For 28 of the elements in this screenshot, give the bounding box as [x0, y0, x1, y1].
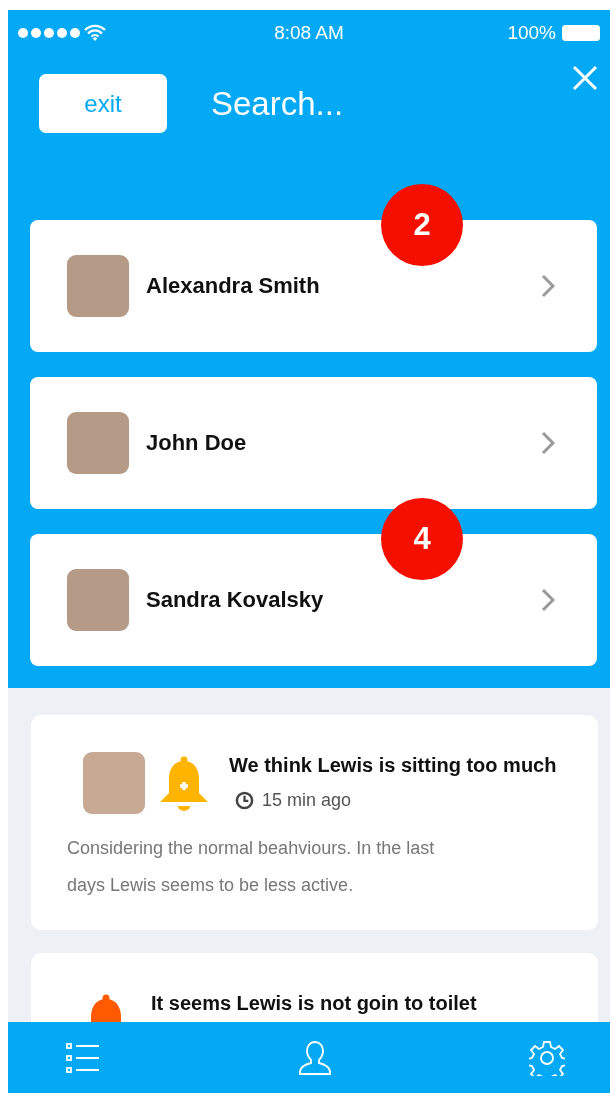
avatar-photo-placeholder — [67, 255, 129, 317]
notification-card[interactable]: It seems Lewis is not goin to toilet — [31, 953, 598, 1022]
count-badge: 2 — [381, 184, 463, 266]
status-time: 8:08 AM — [274, 21, 344, 44]
contact-name: John Doe — [146, 430, 248, 456]
person-icon[interactable] — [297, 1039, 332, 1076]
notification-card[interactable]: We think Lewis is sitting too much 15 min ago Considering the normal beahviours. In the last days Lewis seems to be less active. — [31, 715, 598, 930]
notification-text: Considering the normal beahviours. In the last days Lewis seems to be less active. — [67, 837, 436, 897]
wifi-icon — [84, 24, 106, 41]
search-field[interactable]: Search... — [209, 83, 513, 124]
avatar-photo-placeholder — [67, 412, 129, 474]
avatar-photo-placeholder — [67, 569, 129, 631]
clock-icon — [235, 791, 254, 810]
battery-icon — [562, 24, 600, 41]
contact-name: Sandra Kovalsky — [146, 587, 325, 613]
notification-time: 15 min ago — [262, 790, 352, 811]
notification-title: It seems Lewis is not goin to toilet — [151, 992, 477, 1014]
chevron-icon — [541, 431, 555, 455]
signal-icon — [18, 27, 80, 38]
contact-card[interactable]: John Doe — [30, 377, 597, 509]
close-icon[interactable] — [572, 65, 598, 91]
list-icon[interactable] — [66, 1040, 100, 1075]
chevron-icon — [541, 588, 555, 612]
notification-title: We think Lewis is sitting too much — [229, 754, 557, 776]
battery-percent: 100% — [507, 21, 556, 44]
chevron-icon — [541, 274, 555, 298]
settings-icon[interactable] — [529, 1039, 565, 1076]
contact-name: Alexandra Smith — [146, 273, 321, 299]
